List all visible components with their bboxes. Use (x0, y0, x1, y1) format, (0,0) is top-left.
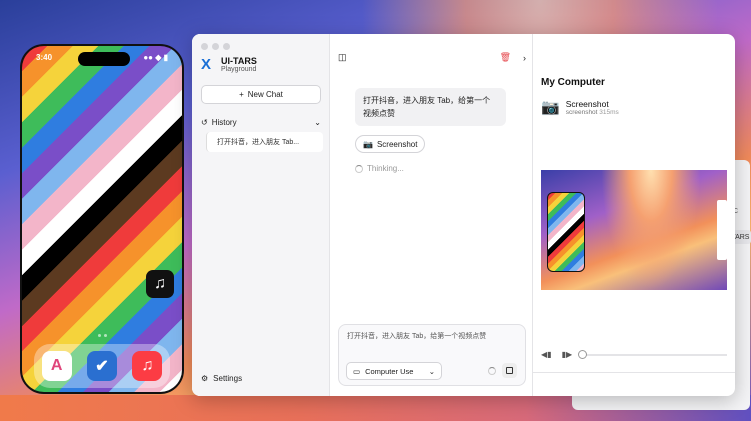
computer-panel: My Computer 📷 Screenshot screenshot 315m… (533, 34, 735, 396)
chat-input[interactable]: 打开抖音，进入朋友 Tab，给第一个视频点赞 (347, 331, 523, 341)
phone-time: 3:40 (36, 52, 53, 62)
lark-app-icon[interactable]: ✔ (86, 351, 117, 381)
stop-button[interactable] (502, 363, 517, 378)
divider (533, 372, 735, 373)
screenshot-preview[interactable] (541, 170, 727, 290)
phone-status-bar: 3:40 ●● ◆ ▮ (22, 46, 182, 68)
history-header[interactable]: ↺ History ⌄ (201, 118, 321, 127)
playback-slider[interactable] (578, 349, 727, 359)
arc-app-icon[interactable]: A (41, 351, 72, 381)
monitor-icon: ▭ (353, 366, 361, 376)
delete-icon[interactable]: 🗑 (500, 52, 511, 63)
playback-controls: ◀▮ ▮▶ (541, 349, 727, 359)
close-window-button[interactable] (201, 43, 208, 50)
screenshot-duration: 315ms (599, 108, 619, 116)
loading-spinner-icon (355, 164, 363, 173)
window-controls (201, 43, 230, 50)
screenshot-entry[interactable]: 📷 Screenshot screenshot 315ms (541, 98, 619, 117)
mode-select[interactable]: ▭ Computer Use ⌄ (346, 362, 442, 380)
screenshot-action-label: Screenshot (376, 139, 418, 149)
brand-subtitle: Playground (221, 66, 257, 73)
new-chat-button[interactable]: + New Chat (201, 85, 321, 104)
thinking-indicator: Thinking... (355, 164, 404, 173)
screenshot-meta: screenshot (565, 108, 598, 116)
music-app-icon[interactable]: ♫ (132, 351, 163, 381)
plus-icon: + (239, 90, 244, 99)
computer-title: My Computer (541, 77, 605, 88)
stop-icon (506, 367, 513, 374)
sidebar-toggle-icon[interactable]: ◫ (338, 52, 347, 63)
brand-title: UI-TARS (221, 56, 257, 66)
preview-phone (547, 192, 585, 272)
preview-window (717, 200, 727, 260)
input-actions (488, 363, 517, 378)
brand: X UI-TARS Playground (201, 56, 257, 73)
chevron-down-icon: ⌄ (314, 118, 321, 127)
loading-spinner-icon (488, 366, 496, 375)
slider-knob[interactable] (578, 349, 588, 359)
chat-toolbar: ◫ 🗑 › (338, 52, 526, 63)
tiktok-app-icon[interactable]: ♫ (146, 270, 174, 298)
sidebar: X UI-TARS Playground + New Chat ↺ Histor… (192, 34, 330, 396)
screenshot-name: Screenshot (565, 98, 609, 109)
page-indicator (98, 334, 107, 337)
chevron-right-icon[interactable]: › (523, 53, 526, 63)
ui-tars-logo-icon: X (201, 56, 212, 73)
phone-dock: A ✔ ♫ (34, 344, 170, 388)
new-chat-label: New Chat (247, 90, 283, 99)
history-icon: ↺ (201, 118, 208, 127)
phone-wallpaper (22, 46, 182, 392)
chat-input-box[interactable]: 打开抖音，进入朋友 Tab，给第一个视频点赞 ▭ Computer Use ⌄ (338, 324, 526, 386)
gear-icon: ⚙ (201, 374, 209, 383)
minimize-window-button[interactable] (212, 43, 219, 50)
camera-icon: 📷 (363, 139, 373, 149)
camera-icon: 📷 (541, 99, 560, 116)
history-item-label: 打开抖音，进入朋友 Tab... (217, 139, 300, 146)
app-window: X UI-TARS Playground + New Chat ↺ Histor… (192, 34, 735, 396)
phone-signal-icons: ●● ◆ ▮ (143, 52, 168, 62)
phone-screen[interactable]: 3:40 ●● ◆ ▮ ♫ A ✔ ♫ (20, 44, 184, 394)
skip-forward-icon[interactable]: ▮▶ (562, 350, 573, 359)
thinking-label: Thinking... (367, 164, 404, 173)
maximize-window-button[interactable] (223, 43, 230, 50)
history-label: History (211, 118, 237, 127)
user-message: 打开抖音，进入朋友 Tab，给第一个视频点赞 (355, 88, 506, 126)
history-item[interactable]: 打开抖音，进入朋友 Tab... (206, 132, 323, 152)
mode-label: Computer Use (365, 366, 414, 376)
preview-glow (601, 170, 701, 290)
settings-label: Settings (213, 374, 243, 383)
chat-panel: ◫ 🗑 › 打开抖音，进入朋友 Tab，给第一个视频点赞 📷 Screensho… (330, 34, 533, 396)
chevron-down-icon: ⌄ (428, 366, 435, 376)
screenshot-action-button[interactable]: 📷 Screenshot (355, 135, 426, 153)
skip-back-icon[interactable]: ◀▮ (541, 350, 552, 359)
settings-button[interactable]: ⚙ Settings (201, 374, 242, 383)
